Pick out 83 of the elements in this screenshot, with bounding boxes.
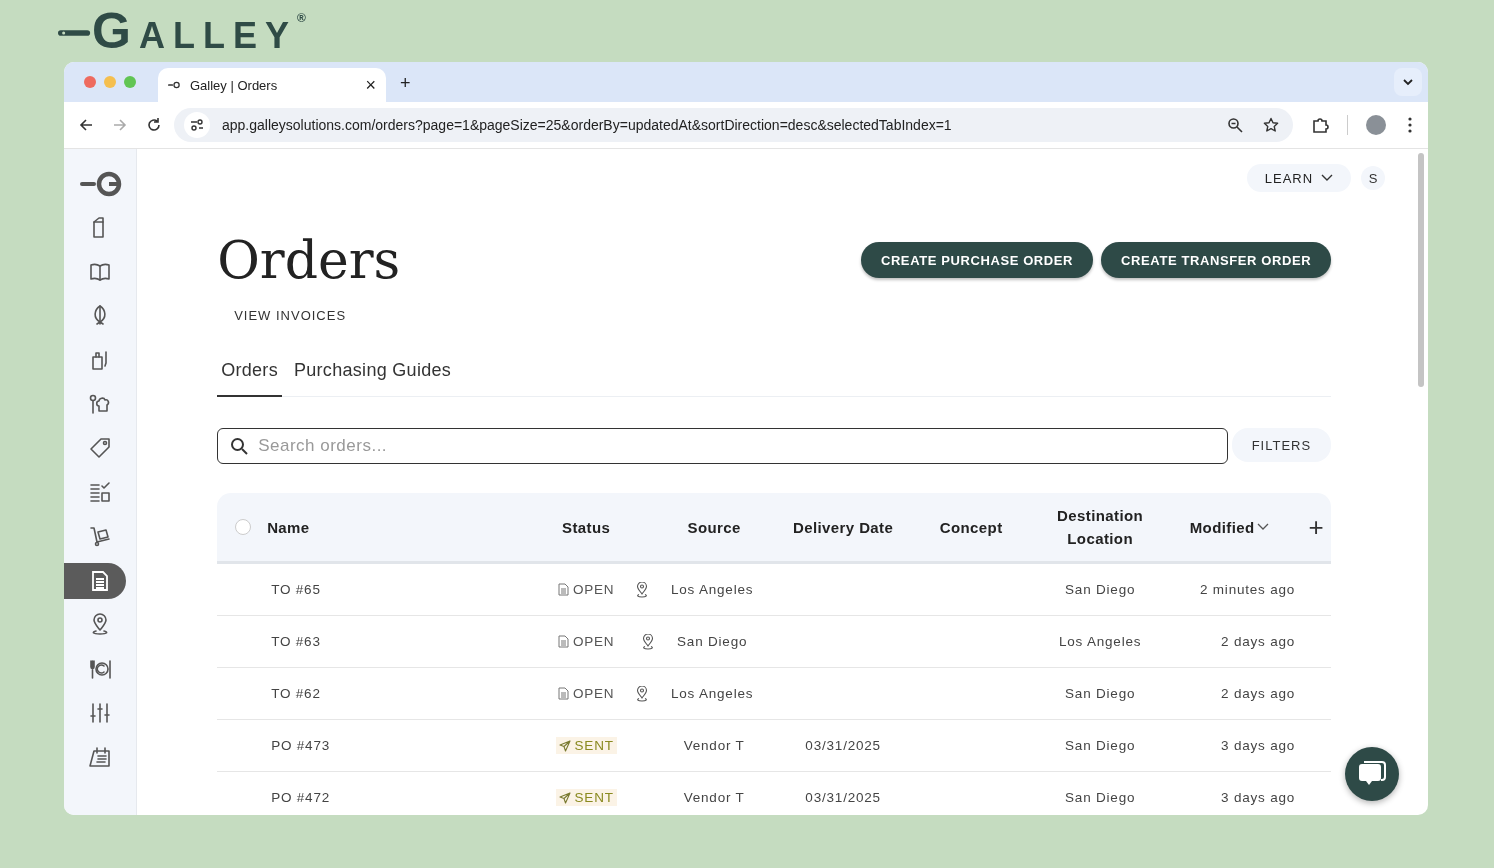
table-cell: 3 days ago xyxy=(1221,738,1296,753)
table-cell: 03/31/2025 xyxy=(805,738,881,753)
table-cell: San Diego xyxy=(1065,582,1136,597)
document-icon xyxy=(557,635,569,648)
learn-dropdown[interactable]: LEARN xyxy=(1246,164,1352,192)
close-tab-button[interactable]: × xyxy=(365,74,376,96)
create-order-button[interactable]: CREATE TRANSFER ORDER xyxy=(1101,242,1332,278)
table-cell: San Diego xyxy=(677,634,748,649)
table-cell-text: TO #63 xyxy=(270,634,322,649)
tag-icon xyxy=(88,435,112,460)
chevron-down-icon xyxy=(1402,78,1414,86)
view-invoices-link[interactable]: VIEW INVOICES xyxy=(234,308,347,323)
zoom-icon[interactable] xyxy=(1227,117,1243,133)
chevron-down-icon xyxy=(1321,174,1334,182)
new-tab-button[interactable]: + xyxy=(400,73,411,94)
sliders-icon xyxy=(88,701,112,726)
table-cell-text: PO #473 xyxy=(270,738,332,753)
puzzle-icon[interactable] xyxy=(1311,116,1329,134)
sort-caret-icon xyxy=(1256,523,1269,531)
table-cell: Vendor T xyxy=(683,790,745,805)
paper-plane-icon xyxy=(558,739,571,752)
table-cell: 2 minutes ago xyxy=(1199,582,1296,597)
table-cell: Vendor T xyxy=(683,738,745,753)
tab-title: Galley | Orders xyxy=(190,77,279,93)
column-header[interactable]: Status xyxy=(531,515,642,539)
table-cell: 2 days ago xyxy=(1221,634,1296,649)
paper-plane-icon xyxy=(558,791,571,804)
status-label: SENT xyxy=(555,737,617,754)
back-icon[interactable] xyxy=(78,117,94,133)
status-label: OPEN xyxy=(554,685,618,702)
column-header[interactable]: Destination Location xyxy=(1043,504,1158,550)
page-tab[interactable]: Purchasing Guides xyxy=(289,352,456,397)
site-settings-icon[interactable] xyxy=(184,112,210,138)
column-header[interactable]: Name xyxy=(267,515,532,539)
document-icon xyxy=(557,687,569,700)
table-cell: 3 days ago xyxy=(1221,790,1296,805)
table-cell: San Diego xyxy=(1065,738,1136,753)
user-avatar[interactable]: S xyxy=(1361,166,1386,190)
more-menu-icon[interactable] xyxy=(1408,117,1412,133)
table-cell-text: TO #62 xyxy=(270,686,322,701)
favicon-icon xyxy=(168,81,180,89)
add-column-button[interactable]: + xyxy=(1301,511,1332,543)
brand-logo: GALLEY$^{®}$ xyxy=(92,6,306,56)
address-bar[interactable]: app.galleysolutions.com/orders?page=1&pageSize=25&orderBy=updatedAt&sortDirection=desc&selectedTabIndex=1 xyxy=(174,108,1293,142)
profile-avatar[interactable] xyxy=(1366,115,1386,135)
table-cell-text: TO #65 xyxy=(270,582,322,597)
table-cell: Los Angeles xyxy=(670,582,754,597)
location-pin-icon xyxy=(641,633,655,650)
hand-truck-icon xyxy=(88,524,112,549)
status-label: OPEN xyxy=(554,581,618,598)
galley-logo-icon[interactable] xyxy=(80,171,122,197)
filters-button[interactable]: FILTERS xyxy=(1231,428,1332,462)
location-pin-icon xyxy=(634,581,649,598)
create-order-button[interactable]: CREATE PURCHASE ORDER xyxy=(860,242,1094,278)
document-icon xyxy=(557,583,569,596)
table-cell: Los Angeles xyxy=(670,686,754,701)
column-header[interactable]: Modified xyxy=(1157,515,1302,539)
reload-icon[interactable] xyxy=(146,117,162,133)
bookmark-star-icon[interactable] xyxy=(1263,117,1279,133)
url-text: app.galleysolutions.com/orders?page=1&pageSize=25&orderBy=updatedAt&sortDirection=desc&selectedTabIndex=1 xyxy=(222,117,953,133)
table-cell: Los Angeles xyxy=(1058,634,1142,649)
table-cell: San Diego xyxy=(1065,686,1136,701)
column-header[interactable]: Source xyxy=(641,515,788,539)
search-icon xyxy=(230,437,249,455)
sidebar-item[interactable] xyxy=(64,562,126,599)
column-header[interactable]: Delivery Date xyxy=(787,515,900,539)
page-tab[interactable]: Orders xyxy=(217,352,282,397)
chat-button[interactable] xyxy=(1345,747,1399,801)
select-all-checkbox[interactable] xyxy=(235,519,252,535)
tab-search-button[interactable] xyxy=(1394,68,1422,96)
checklist-icon xyxy=(88,480,112,505)
column-header[interactable]: Concept xyxy=(899,515,1044,539)
page-title: Orders xyxy=(217,230,401,290)
calendar-icon xyxy=(88,745,112,770)
table-cell: 2 days ago xyxy=(1221,686,1296,701)
location-pin-icon xyxy=(634,685,649,702)
table-cell: San Diego xyxy=(1065,790,1136,805)
status-label: SENT xyxy=(555,789,617,806)
search-field[interactable]: Search orders... xyxy=(217,428,1228,464)
table-cell-text: PO #472 xyxy=(270,790,332,805)
table-cell: 03/31/2025 xyxy=(805,790,881,805)
browser-tab[interactable]: Galley | Orders × xyxy=(158,68,386,102)
status-label: OPEN xyxy=(554,633,618,650)
